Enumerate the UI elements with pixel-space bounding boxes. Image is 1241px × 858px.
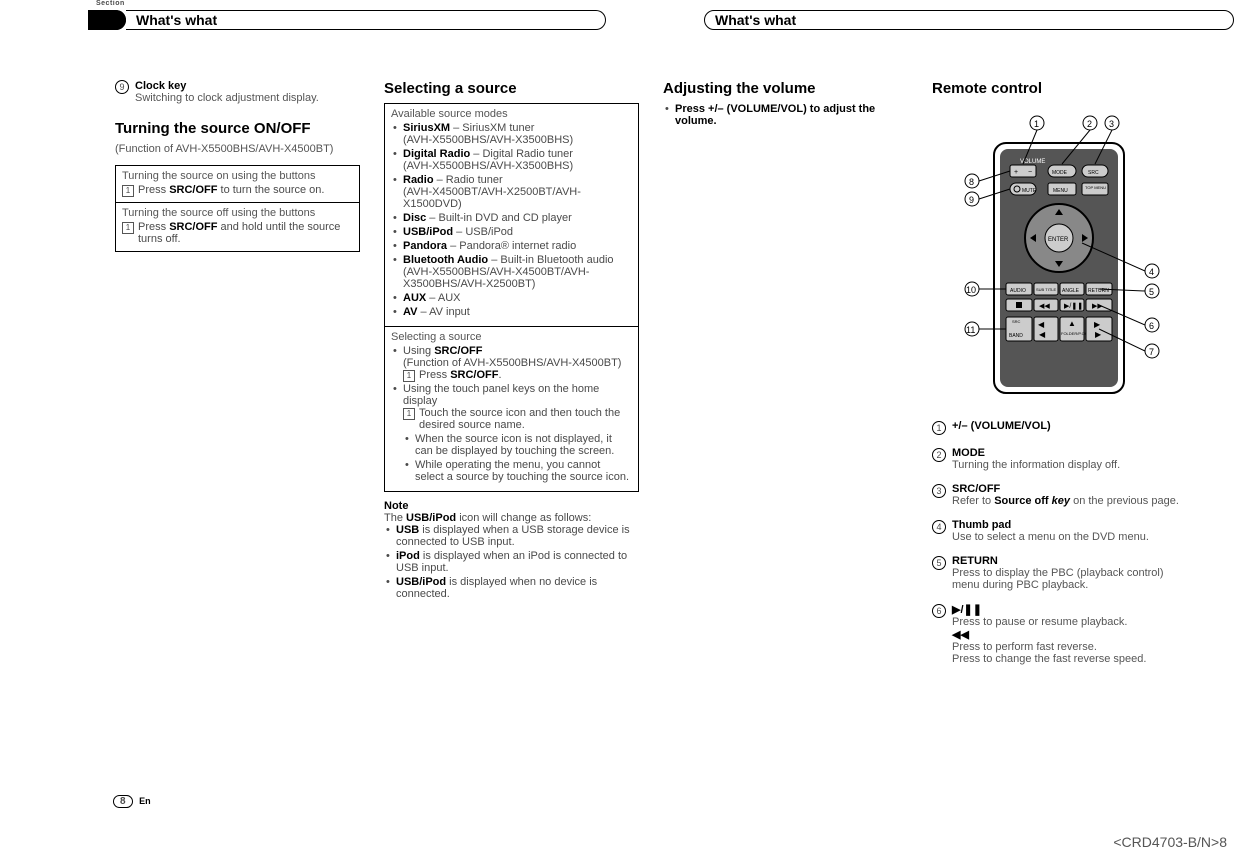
remote-6-label: ▶/❚❚ <box>952 604 982 616</box>
document-id: <CRD4703-B/N>8 <box>1113 834 1227 850</box>
remote-1-label: +/– (VOLUME/VOL) <box>952 420 1051 432</box>
svg-text:SUB TITLE: SUB TITLE <box>1036 287 1056 292</box>
page-footer: 8 En <box>113 795 151 808</box>
svg-text:−: − <box>1028 169 1032 176</box>
svg-text:◀◀: ◀◀ <box>1039 303 1050 310</box>
remote-2-label: MODE <box>952 447 985 459</box>
svg-text:ANGLE: ANGLE <box>1062 288 1080 294</box>
sel-srcoff-step: Press SRC/OFF. <box>403 369 632 381</box>
source-off-heading: Turning the source off using the buttons <box>122 207 353 219</box>
svg-text:BAND: BAND <box>1009 333 1023 339</box>
sel-srcoff: Using SRC/OFF (Function of AVH-X5500BHS/… <box>391 345 632 381</box>
header-right-title: What's what <box>715 12 796 28</box>
remote-legend: 1+/– (VOLUME/VOL) 2MODETurning the infor… <box>932 420 1187 665</box>
svg-text:2: 2 <box>1087 119 1092 129</box>
svg-text:10: 10 <box>966 285 976 295</box>
turning-source-sub: (Function of AVH-X5500BHS/AVH-X4500BT) <box>115 143 360 155</box>
svg-text:◀: ◀ <box>1038 320 1045 329</box>
svg-text:11: 11 <box>966 325 975 335</box>
turning-source-heading: Turning the source ON/OFF <box>115 120 360 137</box>
clock-key-desc: Switching to clock adjustment display. <box>135 92 319 104</box>
svg-text:◀: ◀ <box>1039 330 1046 339</box>
svg-text:+: + <box>1014 169 1018 176</box>
remote-svg: VOLUME +− MODE SRC MUTE MENU TOP MENU EN… <box>932 103 1187 403</box>
source-on-step: Press SRC/OFF to turn the source on. <box>122 184 353 196</box>
svg-text:MUTE: MUTE <box>1022 188 1037 194</box>
remote-diagram: VOLUME +− MODE SRC MUTE MENU TOP MENU EN… <box>932 103 1187 406</box>
remote-control-heading: Remote control <box>932 80 1187 97</box>
note-intro: The USB/iPod icon will change as follows… <box>384 512 639 524</box>
header-right: What's what <box>704 10 1234 30</box>
available-modes-heading: Available source modes <box>391 108 632 120</box>
clock-key-label: Clock key <box>135 80 186 92</box>
svg-text:SRC: SRC <box>1012 319 1021 324</box>
svg-text:5: 5 <box>1149 287 1154 297</box>
svg-text:1: 1 <box>1034 119 1039 129</box>
svg-text:7: 7 <box>1149 347 1154 357</box>
selecting-source-heading: Selecting a source <box>384 80 639 97</box>
clock-key-row: 9 Clock key Switching to clock adjustmen… <box>115 80 360 104</box>
sel-touch: Using the touch panel keys on the home d… <box>391 383 632 483</box>
svg-text:3: 3 <box>1109 119 1114 129</box>
svg-text:AUDIO: AUDIO <box>1010 288 1026 294</box>
svg-text:▶: ▶ <box>1095 330 1102 339</box>
note-list: USB is displayed when a USB storage devi… <box>384 524 639 600</box>
svg-text:▲: ▲ <box>1068 319 1076 328</box>
column-3: Adjusting the volume Press +/– (VOLUME/V… <box>663 80 908 677</box>
svg-text:4: 4 <box>1149 267 1154 277</box>
svg-text:8: 8 <box>969 177 974 187</box>
sel-touch-step: Touch the source icon and then touch the… <box>403 407 632 431</box>
svg-text:SRC: SRC <box>1088 170 1099 176</box>
page-lang: En <box>139 796 151 806</box>
remote-3-label: SRC/OFF <box>952 483 1000 495</box>
modes-list: SiriusXM – SiriusXM tuner(AVH-X5500BHS/A… <box>391 122 632 318</box>
page-number: 8 <box>113 795 133 808</box>
svg-text:ENTER: ENTER <box>1048 237 1069 243</box>
source-off-step: Press SRC/OFF and hold until the source … <box>122 221 353 245</box>
svg-text:TOP MENU: TOP MENU <box>1085 185 1106 190</box>
volume-instruction: Press +/– (VOLUME/VOL) to adjust the vol… <box>663 103 908 127</box>
selecting-sub-heading: Selecting a source <box>391 331 632 343</box>
rewind-icon: ◀◀ <box>952 628 1187 641</box>
svg-text:▶/❚❚: ▶/❚❚ <box>1064 302 1083 310</box>
note-heading: Note <box>384 500 639 512</box>
column-1: 9 Clock key Switching to clock adjustmen… <box>115 80 360 677</box>
header-left: What's what <box>126 10 606 30</box>
column-4: Remote control VOLUME +− MODE SRC MUTE M… <box>932 80 1187 677</box>
adjusting-volume-heading: Adjusting the volume <box>663 80 908 97</box>
section-tab: Section 03 <box>0 0 95 7</box>
source-box: Available source modes SiriusXM – Sirius… <box>384 103 639 492</box>
clock-key-number: 9 <box>115 80 129 94</box>
svg-text:FOLDER/P.CH: FOLDER/P.CH <box>1061 331 1087 336</box>
remote-5-label: RETURN <box>952 555 998 567</box>
svg-text:6: 6 <box>1149 321 1154 331</box>
svg-text:9: 9 <box>969 195 974 205</box>
source-onoff-box: Turning the source on using the buttons … <box>115 165 360 252</box>
remote-4-label: Thumb pad <box>952 519 1011 531</box>
svg-text:MENU: MENU <box>1053 188 1068 194</box>
column-2: Selecting a source Available source mode… <box>384 80 639 677</box>
source-on-heading: Turning the source on using the buttons <box>122 170 353 182</box>
header-left-title: What's what <box>136 12 217 28</box>
svg-text:MODE: MODE <box>1052 170 1068 176</box>
manual-page: Section 03 What's what What's what 9 Clo… <box>0 0 1241 858</box>
svg-text:▶: ▶ <box>1094 320 1101 329</box>
selecting-list: Using SRC/OFF (Function of AVH-X5500BHS/… <box>391 345 632 483</box>
